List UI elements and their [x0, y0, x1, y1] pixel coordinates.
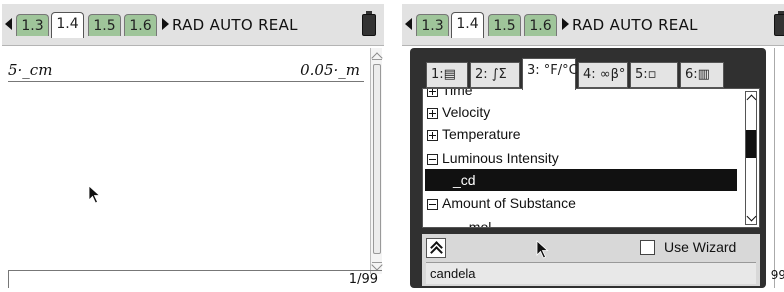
expand-icon[interactable]	[427, 107, 438, 119]
catalog-tab-1[interactable]: 1:▤	[426, 62, 468, 88]
list-item[interactable]: Time	[425, 88, 473, 101]
tab-scroll-left-icon[interactable]	[405, 18, 412, 30]
catalog-tab-6-label: 6:	[685, 67, 698, 82]
tab-scroll-right-icon[interactable]	[162, 18, 169, 30]
tab-scroll-right-icon[interactable]	[562, 18, 569, 30]
collapse-icon[interactable]	[427, 153, 438, 165]
tab-1-3[interactable]: 1.3	[16, 14, 49, 36]
catalog-tab-4-label: 4: ∞β°	[583, 67, 626, 82]
vertical-scrollbar[interactable]	[370, 48, 383, 274]
expand-icon[interactable]	[427, 89, 438, 97]
catalog-book-icon: ▤	[443, 67, 456, 82]
mode-status: RAD AUTO REAL	[172, 16, 298, 34]
tab-1-5[interactable]: 1.5	[488, 14, 521, 36]
scroll-up-icon[interactable]	[746, 94, 757, 105]
list-item[interactable]: Velocity	[425, 101, 490, 123]
use-wizard-checkbox[interactable]	[640, 240, 655, 255]
catalog-tab-4[interactable]: 4: ∞β°	[578, 62, 628, 88]
selection-description-text: candela	[430, 266, 476, 281]
top-bar: 1.3 1.4 1.5 1.6 RAD AUTO REAL	[2, 4, 384, 46]
catalog-tab-1-label: 1:	[431, 67, 444, 82]
catalog-tab-3-label: 3: °F/°C	[527, 63, 578, 78]
library-icon: ▫	[647, 67, 657, 82]
catalog-tab-5[interactable]: 5:▫	[630, 62, 678, 88]
tab-1-6[interactable]: 1.6	[124, 14, 157, 36]
expand-icon[interactable]	[427, 129, 438, 141]
tab-1-3[interactable]: 1.3	[416, 14, 449, 36]
top-bar: 1.3 1.4 1.5 1.6 RAD AUTO REAL	[402, 4, 784, 46]
list-item[interactable]: Temperature	[425, 123, 521, 145]
catalog-tab-2-label: 2: ∫Σ	[475, 67, 507, 82]
list-item-label: Velocity	[442, 104, 491, 120]
tab-1-4[interactable]: 1.4	[451, 12, 484, 38]
page-count: 99	[770, 268, 784, 282]
list-item-label: Temperature	[442, 126, 521, 142]
list-item-label: _cd	[453, 172, 476, 188]
scroll-down-icon[interactable]	[746, 211, 757, 222]
list-item[interactable]: _mol	[425, 216, 492, 228]
catalog-tab-3-units[interactable]: 3: °F/°C	[522, 58, 578, 90]
list-item-label: Amount of Substance	[442, 195, 576, 211]
scroll-up-icon[interactable]	[371, 50, 383, 64]
list-item-label: Time	[442, 88, 473, 98]
list-item[interactable]: Amount of Substance	[425, 192, 576, 214]
calculator-screen-left: 1.3 1.4 1.5 1.6 RAD AUTO REAL 5·_cm 0.05…	[2, 4, 384, 288]
catalog-dialog: 1:▤ 2: ∫Σ 3: °F/°C 4: ∞β° 5:▫ 6:▥ Time V…	[410, 48, 766, 288]
battery-icon	[362, 11, 376, 36]
tab-1-4[interactable]: 1.4	[51, 12, 84, 38]
bookshelf-icon: ▥	[697, 67, 710, 82]
scroll-thumb[interactable]	[373, 64, 381, 254]
tab-1-5[interactable]: 1.5	[88, 14, 121, 36]
battery-icon	[774, 11, 784, 36]
units-list[interactable]: Time Velocity Temperature Luminous Inten…	[422, 88, 760, 228]
entry-divider	[8, 81, 364, 82]
list-scrollbar[interactable]	[745, 91, 757, 225]
dialog-footer: Use Wizard candela	[422, 234, 760, 286]
list-item[interactable]: Luminous Intensity	[425, 147, 559, 169]
entry-expression[interactable]: 5·_cm	[8, 61, 52, 79]
collapse-up-button[interactable]	[426, 238, 446, 258]
list-item-selected[interactable]: _cd	[425, 169, 737, 191]
calculator-history[interactable]: 5·_cm 0.05·_m	[2, 47, 368, 272]
calculator-screen-right: 1.3 1.4 1.5 1.6 RAD AUTO REAL 1:▤ 2: ∫Σ …	[402, 4, 784, 288]
list-item-label: Luminous Intensity	[442, 150, 559, 166]
tab-1-6[interactable]: 1.6	[524, 14, 557, 36]
list-scroll-thumb[interactable]	[746, 130, 756, 158]
entry-line-input[interactable]: 1/99	[8, 270, 382, 288]
background-scrollbar: 99	[770, 48, 784, 288]
mode-status: RAD AUTO REAL	[572, 16, 698, 34]
page-count: 1/99	[348, 272, 378, 287]
collapse-icon[interactable]	[427, 198, 438, 210]
list-item-label: _mol	[461, 219, 492, 228]
catalog-tab-6[interactable]: 6:▥	[680, 62, 724, 88]
entry-result[interactable]: 0.05·_m	[300, 61, 360, 79]
selection-description: candela	[426, 262, 756, 284]
use-wizard-label: Use Wizard	[664, 239, 737, 255]
catalog-tab-5-label: 5:	[635, 67, 648, 82]
catalog-tab-2[interactable]: 2: ∫Σ	[470, 62, 520, 88]
tab-scroll-left-icon[interactable]	[5, 18, 12, 30]
